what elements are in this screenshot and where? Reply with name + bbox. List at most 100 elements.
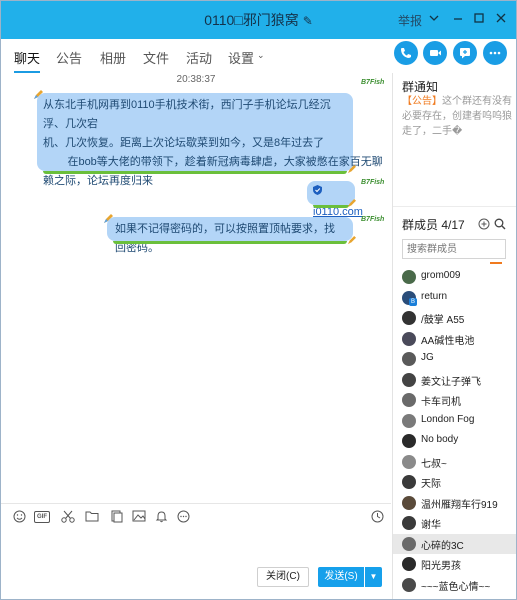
member-row[interactable]: 温州雁翔车行919 — [393, 493, 516, 513]
member-row[interactable]: No body — [393, 431, 516, 451]
bell-icon[interactable] — [154, 510, 168, 524]
member-name: ~~~蓝色心情~~ — [421, 581, 491, 593]
member-row[interactable]: 天际 — [393, 472, 516, 492]
member-name: 心碎的3C — [421, 540, 464, 552]
sender-avatar[interactable]: B7Fish — [361, 216, 384, 232]
gif-icon[interactable]: GIF — [34, 511, 50, 523]
member-avatar[interactable] — [402, 495, 416, 510]
close-icon[interactable] — [496, 12, 506, 26]
emoji-icon[interactable] — [12, 510, 26, 524]
tab-notice[interactable]: 公告 — [56, 48, 82, 67]
members-title: 群成员 4/17 — [402, 218, 465, 232]
group-name: 0110□邪门狼窝 — [204, 12, 299, 28]
message-bubble[interactable]: 从东北手机网再到0110手机技术街，西门子手机论坛几经沉浮、几次宕 机、几次恢复… — [37, 93, 383, 187]
tab-activity[interactable]: 活动 — [186, 48, 212, 67]
settings-chevron-icon[interactable]: ⌄ — [257, 50, 265, 61]
member-name: grom009 — [421, 270, 461, 281]
member-avatar[interactable] — [402, 475, 416, 489]
message-line: 从东北手机网再到0110手机技术街，西门子手机论坛几经沉浮、几次宕 — [43, 99, 331, 130]
search-accent — [490, 262, 502, 264]
tab-settings[interactable]: 设置 — [228, 48, 254, 67]
group-notice-title: 群通知 — [402, 80, 439, 94]
chat-area[interactable]: 20:38:37 从东北手机网再到0110手机技术街，西门子手机论坛几经沉浮、几… — [1, 73, 391, 503]
close-button[interactable]: 关闭(C) — [257, 567, 309, 587]
edit-name-icon[interactable]: ✎ — [303, 14, 313, 28]
member-name: /鼓掌 A55 — [421, 315, 465, 326]
history-clock-icon[interactable] — [370, 510, 384, 524]
title-bar[interactable]: 0110□邪门狼窝 ✎ 举报 — [1, 1, 516, 39]
search-icon[interactable] — [494, 218, 506, 233]
member-name: JG — [421, 352, 434, 363]
member-avatar[interactable] — [402, 557, 416, 571]
image-file-icon[interactable] — [109, 510, 123, 524]
new-message-button[interactable] — [453, 41, 477, 65]
member-row[interactable]: AA碱性电池 — [393, 329, 516, 349]
divider — [393, 206, 516, 207]
more-tools-icon[interactable] — [176, 510, 190, 524]
member-row[interactable]: /鼓掌 A55 — [393, 308, 516, 328]
bubble-accent — [313, 205, 349, 208]
tab-album[interactable]: 相册 — [100, 48, 126, 67]
sender-badge-icon — [347, 234, 356, 245]
member-avatar[interactable] — [402, 454, 416, 469]
member-avatar[interactable] — [402, 434, 416, 448]
member-name: 姜文让子弹飞 — [421, 376, 481, 388]
member-avatar[interactable] — [402, 270, 416, 284]
message-timestamp: 20:38:37 — [176, 74, 216, 85]
send-button[interactable]: 发送(S) — [318, 567, 364, 587]
add-member-icon[interactable] — [478, 218, 490, 233]
report-button[interactable]: 举报 — [398, 12, 422, 29]
member-badge-icon: B — [409, 297, 417, 306]
group-notice-text[interactable]: 【公告】这个群还有没有必要存在，创建者呜呜狼走了，二手� — [402, 94, 512, 139]
sender-badge-icon — [347, 197, 356, 208]
member-avatar[interactable] — [402, 577, 416, 592]
member-avatar[interactable] — [402, 311, 416, 325]
member-row[interactable]: Breturn — [393, 288, 516, 308]
member-row[interactable]: 七叔~ — [393, 452, 516, 472]
chevron-down-icon[interactable] — [429, 12, 439, 26]
message-bubble[interactable]: 如果不记得密码的，可以按照置顶帖要求，找回密码。 — [107, 217, 353, 254]
tab-files[interactable]: 文件 — [143, 48, 169, 67]
member-avatar[interactable] — [402, 393, 416, 407]
member-row[interactable]: JG — [393, 349, 516, 369]
sender-avatar[interactable]: B7Fish — [361, 79, 384, 95]
member-name: 卡车司机 — [421, 397, 461, 408]
minimize-icon[interactable] — [453, 12, 463, 26]
tab-chat[interactable]: 聊天 — [14, 48, 40, 67]
message-input[interactable] — [1, 529, 391, 565]
more-options-button[interactable] — [483, 41, 507, 65]
sender-avatar[interactable]: B7Fish — [361, 179, 384, 195]
scissors-icon[interactable] — [61, 510, 75, 524]
member-avatar[interactable] — [402, 372, 416, 387]
group-side-panel: 群通知 【公告】这个群还有没有必要存在，创建者呜呜狼走了，二手� 群成员 4/1… — [392, 73, 516, 599]
voice-call-button[interactable] — [394, 41, 418, 65]
member-name: return — [421, 290, 448, 302]
member-avatar[interactable] — [402, 413, 416, 428]
member-avatar[interactable] — [402, 516, 416, 530]
member-row[interactable]: 谢华 — [393, 513, 516, 533]
member-name: 天际 — [421, 479, 441, 490]
maximize-icon[interactable] — [474, 12, 484, 26]
member-row[interactable]: grom009 — [393, 267, 516, 287]
member-row[interactable]: 心碎的3C — [393, 533, 516, 554]
member-row[interactable]: 阳光男孩 — [393, 554, 516, 574]
picture-icon[interactable] — [132, 510, 146, 524]
shield-icon — [313, 183, 322, 202]
member-avatar[interactable] — [402, 331, 416, 346]
bubble-accent — [43, 171, 347, 174]
chat-window: 0110□邪门狼窝 ✎ 举报 聊天 公告 相册 文件 活动 设置 ⌄ 20:38… — [0, 0, 517, 600]
member-row[interactable]: ~~~蓝色心情~~ — [393, 575, 516, 595]
member-avatar[interactable] — [402, 352, 416, 366]
member-row[interactable]: 姜文让子弹飞 — [393, 370, 516, 390]
member-row[interactable]: London Fog — [393, 411, 516, 431]
member-avatar[interactable] — [402, 536, 416, 551]
member-name: AA碱性电池 — [421, 335, 475, 347]
member-name: 谢华 — [421, 520, 441, 531]
sender-badge-icon — [347, 163, 356, 174]
send-options-chevron-icon[interactable]: ▼ — [365, 567, 382, 587]
video-call-button[interactable] — [423, 41, 447, 65]
member-search-input[interactable] — [402, 239, 506, 259]
message-line: 在bob等大佬的带领下，趁着新冠病毒肆虐，大家被憋在家百无聊 — [43, 156, 383, 168]
member-row[interactable]: 卡车司机 — [393, 390, 516, 410]
folder-icon[interactable] — [85, 510, 99, 524]
